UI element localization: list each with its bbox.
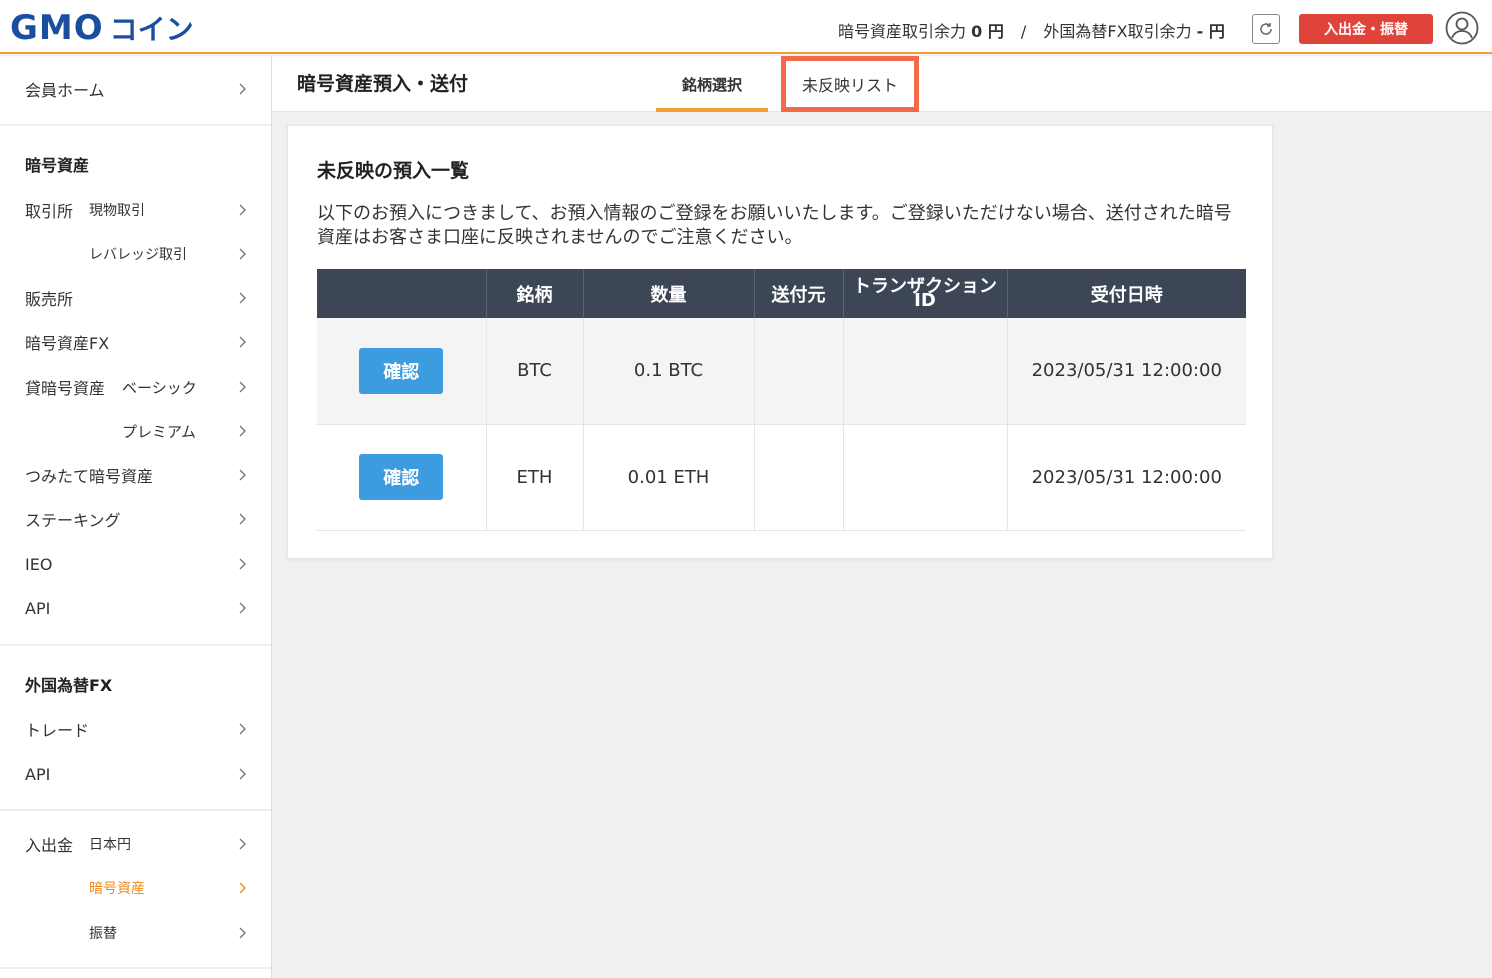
tab-symbol-select[interactable]: 銘柄選択: [656, 56, 768, 112]
sidebar-item-lending-basic[interactable]: 貸暗号資産 ベーシック: [0, 365, 271, 409]
chevron-right-icon: [239, 425, 246, 437]
chevron-right-icon: [239, 204, 246, 216]
logo-sub: コイン: [109, 13, 194, 46]
sidebar-item-crypto-fx[interactable]: 暗号資産FX: [0, 320, 271, 364]
section-heading-crypto: 暗号資産: [25, 156, 90, 175]
crypto-balance-value: 0 円: [971, 22, 1004, 41]
cell-transaction-id: [843, 424, 1008, 531]
crypto-balance-label: 暗号資産取引余力: [838, 22, 967, 41]
balance-separator: /: [1020, 22, 1027, 41]
card-title: 未反映の預入一覧: [317, 160, 470, 182]
sidebar-item-member-home[interactable]: 会員ホーム: [0, 67, 271, 111]
chevron-right-icon: [239, 927, 246, 939]
unreflected-deposits-card: 未反映の預入一覧 以下のお預入につきまして、お預入情報のご登録をお願いいたします…: [287, 125, 1273, 559]
table-row: 確認 BTC 0.1 BTC 2023/05/31 12:00:00: [317, 318, 1246, 425]
header-action: [317, 269, 487, 318]
sidebar-item-lending-premium[interactable]: プレミアム: [0, 409, 271, 453]
chevron-right-icon: [239, 381, 246, 393]
cell-source: [754, 318, 844, 425]
sidebar-item-sales[interactable]: 販売所: [0, 276, 271, 320]
cell-source: [754, 424, 844, 531]
gmo-coin-logo[interactable]: GMO コイン: [10, 8, 194, 48]
fx-balance-label: 外国為替FX取引余力: [1043, 22, 1192, 41]
chevron-right-icon: [239, 602, 246, 614]
chevron-right-icon: [239, 292, 246, 304]
sidebar-item-staking[interactable]: ステーキング: [0, 497, 271, 541]
sidebar-item-deposit-crypto[interactable]: 暗号資産: [0, 866, 271, 910]
chevron-right-icon: [239, 336, 246, 348]
page-title: 暗号資産預入・送付: [297, 73, 469, 95]
cell-action: 確認: [317, 424, 487, 531]
chevron-right-icon: [239, 768, 246, 780]
card-description: 以下のお預入につきまして、お預入情報のご登録をお願いいたします。ご登録いただけな…: [317, 203, 1232, 248]
sidebar-item-exchange-leverage[interactable]: レバレッジ取引: [0, 232, 271, 276]
sidebar-item-transfer[interactable]: 振替: [0, 911, 271, 955]
section-heading-fx: 外国為替FX: [25, 676, 113, 695]
balance-info: 暗号資産取引余力 0 円 / 外国為替FX取引余力 - 円: [838, 18, 1225, 42]
deposit-transfer-button[interactable]: 入出金・振替: [1299, 14, 1433, 44]
sidebar-item-api[interactable]: API: [0, 586, 271, 630]
header-symbol: 銘柄: [486, 269, 584, 318]
header-quantity: 数量: [583, 269, 755, 318]
logo-main: GMO: [10, 8, 104, 48]
cell-symbol: ETH: [486, 424, 584, 531]
cell-symbol: BTC: [486, 318, 584, 425]
sidebar-item-trade[interactable]: トレード: [0, 707, 271, 751]
divider: [0, 967, 271, 969]
sidebar-item-fx-api[interactable]: API: [0, 752, 271, 796]
chevron-right-icon: [239, 558, 246, 570]
content-header: 暗号資産預入・送付 銘柄選択 未反映リスト: [272, 56, 1492, 112]
header-source: 送付元: [754, 269, 844, 318]
refresh-icon: [1260, 23, 1272, 35]
sidebar: 会員ホーム 暗号資産 取引所 現物取引 レバレッジ取引 販売所 暗号資産FX 貸…: [0, 56, 272, 978]
sidebar-item-exchange-spot[interactable]: 取引所 現物取引: [0, 188, 271, 232]
sidebar-item-ieo[interactable]: IEO: [0, 542, 271, 586]
chevron-right-icon: [239, 723, 246, 735]
sidebar-item-deposit-jpy[interactable]: 入出金 日本円: [0, 822, 271, 866]
deposits-table: 銘柄 数量 送付元 トランザクションID 受付日時 確認 BTC 0.1 BTC…: [317, 269, 1246, 531]
table-row: 確認 ETH 0.01 ETH 2023/05/31 12:00:00: [317, 424, 1246, 531]
chevron-right-icon: [239, 838, 246, 850]
refresh-button[interactable]: [1252, 14, 1280, 44]
cell-transaction-id: [843, 318, 1008, 425]
confirm-button[interactable]: 確認: [359, 347, 444, 394]
divider: [0, 809, 271, 811]
sidebar-item-tsumitate[interactable]: つみたて暗号資産: [0, 453, 271, 497]
cell-action: 確認: [317, 318, 487, 425]
table-header-row: 銘柄 数量 送付元 トランザクションID 受付日時: [317, 269, 1246, 318]
divider: [0, 124, 271, 126]
chevron-right-icon: [239, 882, 246, 894]
tab-unreflected-list[interactable]: 未反映リスト: [781, 56, 919, 112]
header: GMO コイン 暗号資産取引余力 0 円 / 外国為替FX取引余力 - 円 入出…: [0, 0, 1492, 54]
cell-quantity: 0.1 BTC: [583, 318, 755, 425]
cell-received-at: 2023/05/31 12:00:00: [1007, 424, 1246, 531]
divider: [0, 644, 271, 646]
header-transaction-id: トランザクションID: [843, 269, 1008, 318]
chevron-right-icon: [239, 83, 246, 95]
user-account-icon[interactable]: [1445, 11, 1479, 45]
cell-quantity: 0.01 ETH: [583, 424, 755, 531]
header-received-at: 受付日時: [1007, 269, 1246, 318]
confirm-button[interactable]: 確認: [359, 454, 444, 500]
cell-received-at: 2023/05/31 12:00:00: [1007, 318, 1246, 425]
fx-balance-value: - 円: [1196, 22, 1225, 41]
chevron-right-icon: [239, 248, 246, 260]
chevron-right-icon: [239, 513, 246, 525]
chevron-right-icon: [239, 469, 246, 481]
